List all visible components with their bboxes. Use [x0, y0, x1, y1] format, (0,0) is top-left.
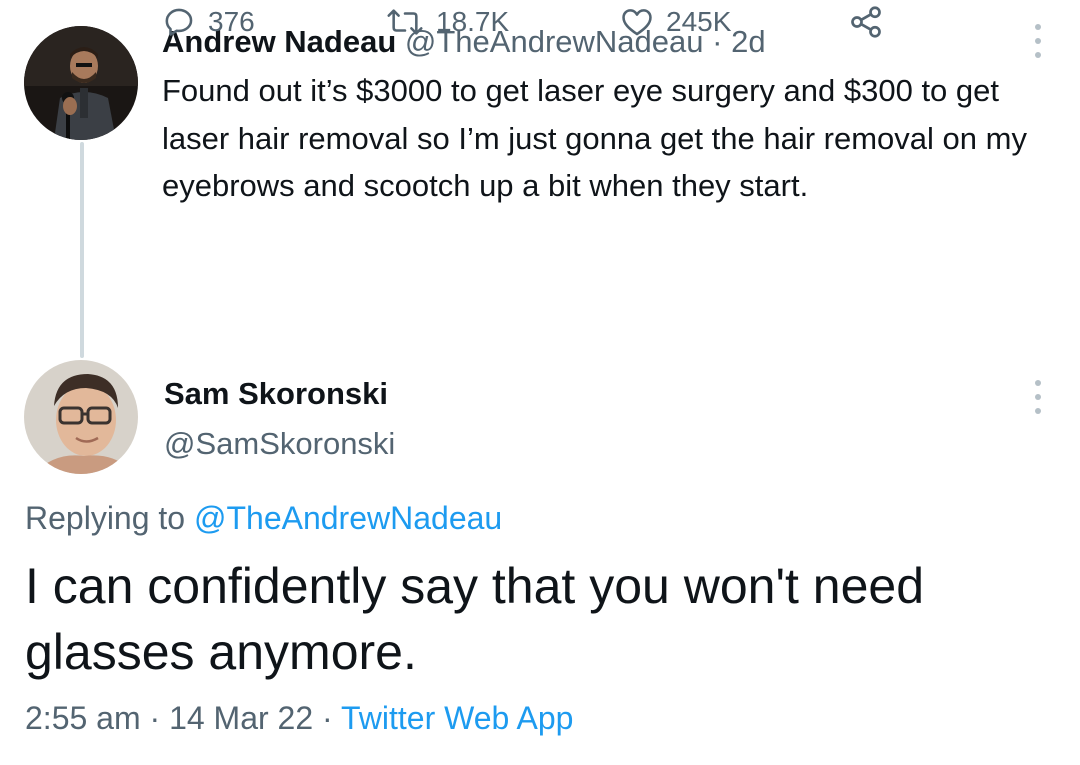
reply-icon — [165, 8, 193, 36]
avatar-sam[interactable] — [24, 360, 138, 474]
reply-date[interactable]: 14 Mar 22 — [169, 700, 313, 736]
share-button[interactable] — [848, 0, 884, 44]
like-count: 245K — [666, 6, 732, 37]
reply-meta: 2:55 am · 14 Mar 22 · Twitter Web App — [25, 694, 573, 742]
reply-author-handle[interactable]: @SamSkoronski — [164, 422, 395, 466]
reply-tweet-text: I can confidently say that you won't nee… — [25, 558, 924, 680]
reply-author-name[interactable]: Sam Skoronski — [164, 372, 388, 416]
replying-to-link[interactable]: @TheAndrewNadeau — [194, 500, 502, 536]
time-ago[interactable]: 2d — [731, 24, 765, 59]
more-icon[interactable] — [1033, 380, 1043, 414]
original-tweet-text: Found out it’s $3000 to get laser eye su… — [162, 73, 1027, 203]
replying-to-prefix: Replying to — [25, 500, 186, 536]
reply-source-link[interactable]: Twitter Web App — [341, 700, 573, 736]
more-icon[interactable] — [1033, 24, 1043, 58]
thread-connector-line — [80, 142, 84, 358]
retweet-button[interactable]: 18.7K — [386, 0, 509, 44]
reply-time[interactable]: 2:55 am — [25, 700, 141, 736]
share-icon — [851, 6, 881, 38]
meta-separator-1: · — [149, 700, 161, 736]
like-button[interactable]: 245K — [620, 0, 731, 44]
reply-count: 376 — [208, 6, 255, 37]
avatar-andrew-image — [24, 26, 138, 140]
avatar-sam-image — [24, 360, 138, 474]
replying-to-line: Replying to @TheAndrewNadeau — [25, 495, 502, 541]
heart-icon — [622, 9, 652, 36]
reply-button[interactable]: 376 — [162, 0, 255, 44]
avatar-andrew[interactable] — [24, 26, 138, 140]
meta-separator-2: · — [322, 700, 333, 736]
retweet-icon — [387, 9, 423, 35]
retweet-count: 18.7K — [436, 6, 510, 37]
